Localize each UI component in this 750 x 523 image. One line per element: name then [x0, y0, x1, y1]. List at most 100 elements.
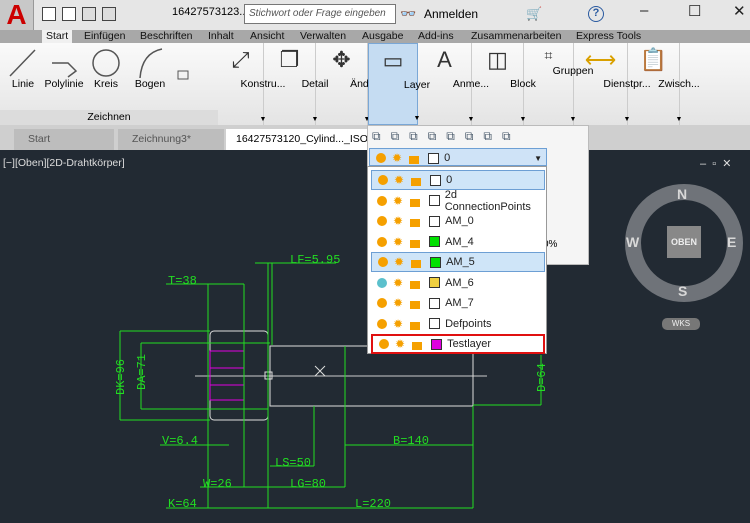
help-icon[interactable]: ? [588, 6, 604, 22]
dim-k: K=64 [168, 497, 197, 511]
panel-zwischenablage[interactable]: 📋 Zwisch... ▼ [628, 43, 700, 125]
lock-icon[interactable] [410, 280, 421, 289]
lock-icon[interactable] [409, 198, 420, 207]
sun-icon[interactable]: ✹ [393, 317, 403, 331]
panel-gruppen[interactable]: ⌗ Gruppen ▼ [524, 43, 593, 125]
sun-icon[interactable]: ✹ [393, 194, 403, 208]
panel-aendern[interactable]: ✥ Ändern ▼ [316, 43, 384, 125]
bulb-icon[interactable] [379, 339, 389, 349]
layer-item[interactable]: ✹ AM_4 [371, 232, 545, 252]
lock-icon[interactable] [410, 239, 421, 248]
bulb-icon[interactable] [378, 175, 388, 185]
color-swatch[interactable] [429, 236, 441, 247]
layer-item[interactable]: ✹ AM_6 [371, 273, 545, 293]
sun-icon[interactable]: ✹ [395, 337, 405, 351]
color-swatch[interactable] [429, 297, 441, 309]
bulb-icon[interactable] [377, 318, 387, 329]
lock-icon[interactable] [410, 219, 421, 227]
panel-detail[interactable]: ❐ Detail ▼ [264, 43, 328, 125]
sun-icon[interactable]: ✹ [393, 296, 403, 310]
color-swatch[interactable] [431, 338, 443, 350]
compass-s[interactable]: S [678, 283, 687, 299]
sign-in-button[interactable]: Anmelden [424, 7, 478, 21]
layer-dropdown[interactable]: ✹ 0 ▼ [369, 148, 547, 166]
lock-icon[interactable] [411, 178, 422, 186]
sun-icon[interactable]: ✹ [393, 235, 403, 249]
search-input[interactable]: Stichwort oder Frage eingeben [244, 4, 396, 24]
new-icon[interactable] [42, 7, 56, 21]
color-swatch[interactable] [429, 318, 441, 329]
viewport-controls[interactable]: [−][Oben][2D-Drahtkörper] [3, 157, 125, 169]
layer-name: AM_0 [445, 215, 474, 227]
layer-item[interactable]: ✹ 0 [371, 170, 545, 190]
viewcube-top[interactable]: OBEN [667, 226, 701, 258]
bulb-icon[interactable] [377, 195, 387, 206]
file-tab-zeichnung3[interactable]: Zeichnung3* [118, 129, 224, 150]
sun-icon[interactable]: ✹ [394, 255, 404, 269]
tab-express-tools[interactable]: Express Tools [572, 30, 645, 43]
lock-icon[interactable] [411, 260, 422, 268]
minimize-button[interactable]: – [640, 2, 648, 19]
tab-start[interactable]: Start [42, 30, 73, 43]
tab-inhalt[interactable]: Inhalt [204, 30, 238, 43]
save-icon[interactable] [82, 7, 96, 21]
panel-konstruktion[interactable]: ⤢ Konstru... ▼ [218, 43, 285, 125]
tab-ansicht[interactable]: Ansicht [246, 30, 288, 43]
compass-n[interactable]: N [677, 186, 687, 202]
layer-list: ✹ 0 ✹ 2d ConnectionPoints ✹ AM_0 ✹ AM_4 ✹ AM_5 ✹ AM… [367, 166, 547, 354]
cart-icon[interactable]: 🛒 [526, 6, 542, 22]
file-tab-active[interactable]: 16427573120_Cylind..._ISO_47 [226, 129, 368, 150]
bulb-icon[interactable] [377, 277, 387, 288]
binoculars-icon[interactable]: 👓 [400, 6, 416, 22]
color-swatch[interactable] [430, 256, 442, 268]
layer-tool-icons[interactable]: ⧉⧉⧉⧉⧉⧉⧉⧉ [372, 129, 521, 144]
maximize-button[interactable]: ☐ [688, 2, 701, 20]
panel-annotation[interactable]: A Anme... ▼ [418, 43, 489, 125]
layer-item[interactable]: ✹ AM_0 [371, 211, 545, 231]
construction-icon: ⤢ [231, 47, 250, 72]
sun-icon[interactable]: ✹ [393, 214, 403, 228]
layer-name: AM_6 [445, 276, 474, 289]
draw-panel-title[interactable]: Zeichnen [0, 110, 218, 125]
color-swatch[interactable] [429, 215, 441, 227]
color-swatch[interactable] [428, 195, 440, 206]
chevron-down-icon: ▼ [534, 153, 542, 163]
bulb-icon[interactable] [377, 236, 387, 247]
measure-icon: ⟷ [584, 47, 617, 72]
layer-item[interactable]: ✹ AM_5 [371, 252, 545, 272]
compass-w[interactable]: W [626, 234, 639, 250]
sun-icon[interactable]: ✹ [393, 276, 403, 290]
tab-einfuegen[interactable]: Einfügen [80, 30, 129, 43]
bulb-icon[interactable] [378, 257, 388, 267]
bulb-icon[interactable] [377, 216, 387, 226]
compass-e[interactable]: E [727, 234, 736, 250]
lock-icon[interactable] [410, 321, 421, 330]
bulb-icon[interactable] [377, 298, 387, 308]
file-tab-start[interactable]: Start [14, 129, 114, 150]
tab-verwalten[interactable]: Verwalten [296, 30, 350, 43]
ucs-menu[interactable]: WKS [662, 318, 700, 330]
tab-add-ins[interactable]: Add-ins [414, 30, 458, 43]
layer-item[interactable]: ✹ Testlayer [371, 334, 545, 354]
tab-ausgabe[interactable]: Ausgabe [358, 30, 407, 43]
panel-dienstprogramme[interactable]: ⟷ Dienstpr... ▼ [574, 43, 651, 125]
layer-item[interactable]: ✹ Defpoints [371, 314, 545, 334]
save-as-icon[interactable] [102, 7, 116, 21]
color-swatch[interactable] [429, 277, 441, 288]
tab-beschriften[interactable]: Beschriften [136, 30, 197, 43]
open-icon[interactable] [62, 7, 76, 21]
close-button[interactable]: ✕ [733, 2, 746, 20]
dim-w: W=26 [203, 477, 232, 491]
viewport-window-controls[interactable]: – ▫ ✕ [700, 157, 731, 170]
layer-item[interactable]: ✹ 2d ConnectionPoints [371, 189, 545, 213]
lock-icon[interactable] [412, 342, 423, 350]
lock-icon[interactable] [410, 301, 421, 309]
panel-layer[interactable]: ▭ Layer ▼ [368, 43, 430, 125]
panel-block[interactable]: ◫ Block ▼ [472, 43, 536, 125]
tab-zusammenarbeiten[interactable]: Zusammenarbeiten [467, 30, 565, 43]
draw-tool-icons [9, 48, 189, 80]
color-swatch[interactable] [430, 174, 442, 186]
layer-item[interactable]: ✹ AM_7 [371, 293, 545, 313]
dim-lg: LG=80 [290, 477, 326, 491]
sun-icon[interactable]: ✹ [394, 173, 404, 187]
